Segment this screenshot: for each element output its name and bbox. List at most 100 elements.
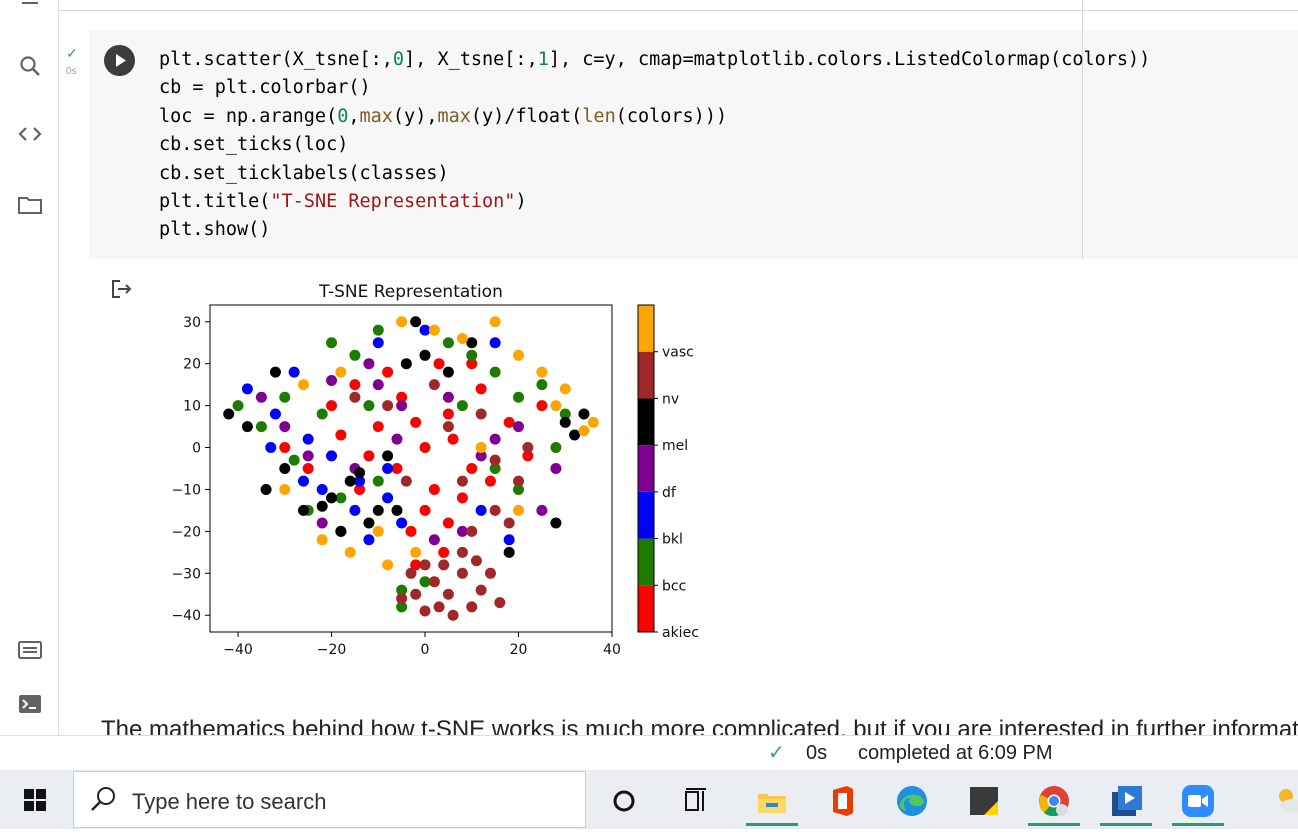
chrome-button[interactable] xyxy=(1026,776,1082,826)
code-token: , xyxy=(348,105,360,127)
sticky-notes-button[interactable] xyxy=(956,776,1012,826)
search-icon[interactable] xyxy=(16,52,44,80)
code-token: ], c=y, cmap=matplotlib.colors.ListedCol… xyxy=(548,49,1151,70)
output-toggle-icon[interactable] xyxy=(110,277,134,301)
data-point-akiec xyxy=(410,416,422,428)
data-point-nv xyxy=(456,546,468,558)
data-point-mel xyxy=(326,492,338,504)
code-line[interactable]: plt.scatter(X_tsne[:,0], X_tsne[:,1], c=… xyxy=(159,46,1150,74)
start-button[interactable] xyxy=(0,770,72,829)
data-point-nv xyxy=(484,567,496,579)
data-point-vasc xyxy=(344,546,356,558)
data-point-akiec xyxy=(503,416,515,428)
data-point-akiec xyxy=(447,433,459,445)
terminal-icon[interactable] xyxy=(16,690,44,718)
data-point-bkl xyxy=(297,475,309,487)
code-line[interactable]: plt.show() xyxy=(159,216,1150,244)
data-point-bkl xyxy=(269,408,281,420)
data-point-bcc xyxy=(442,337,454,349)
data-point-bkl xyxy=(382,492,394,504)
edge-button[interactable] xyxy=(884,776,940,826)
run-cell-button[interactable] xyxy=(104,45,135,76)
data-point-vasc xyxy=(396,316,408,328)
y-tick-label: −10 xyxy=(171,482,201,498)
cell-run-time: 0s xyxy=(66,66,77,77)
code-line[interactable]: loc = np.arange(0,max(y),max(y)/float(le… xyxy=(159,103,1150,131)
cortana-button[interactable] xyxy=(596,776,652,826)
data-point-mel xyxy=(569,429,581,441)
data-point-nv xyxy=(442,421,454,433)
data-point-bkl xyxy=(475,504,487,516)
data-point-vasc xyxy=(372,525,384,537)
colorbar-label-mel: mel xyxy=(662,438,688,454)
code-line[interactable]: cb.set_ticklabels(classes) xyxy=(159,160,1150,188)
weather-button[interactable] xyxy=(1260,776,1298,826)
data-point-nv xyxy=(466,525,478,537)
active-indicator xyxy=(1172,823,1224,826)
data-point-nv xyxy=(470,555,482,567)
data-point-bkl xyxy=(349,504,361,516)
colorbar-segment-vasc xyxy=(638,305,654,352)
data-point-bcc xyxy=(288,454,300,466)
y-tick-label: −30 xyxy=(171,566,201,582)
data-point-mel xyxy=(410,316,422,328)
colorbar-segment-df xyxy=(638,445,654,492)
status-bar xyxy=(0,735,1298,771)
data-point-bkl xyxy=(489,337,501,349)
data-point-df xyxy=(513,421,525,433)
data-point-akiec xyxy=(279,442,291,454)
data-point-bkl xyxy=(363,534,375,546)
data-point-bkl xyxy=(396,517,408,529)
data-point-bkl xyxy=(241,383,253,395)
data-point-akiec xyxy=(335,429,347,441)
data-point-df xyxy=(255,391,267,403)
data-point-akiec xyxy=(442,408,454,420)
office-button[interactable] xyxy=(814,776,870,826)
code-token: "T-SNE Representation" xyxy=(270,191,516,213)
zoom-button[interactable] xyxy=(1170,776,1226,826)
data-point-df xyxy=(372,379,384,391)
media-player-button[interactable] xyxy=(1098,776,1154,826)
data-point-vasc xyxy=(316,534,328,546)
task-view-button[interactable] xyxy=(668,776,724,826)
colorbar-label-df: df xyxy=(662,485,677,501)
code-token: (y)/float( xyxy=(470,105,583,127)
data-point-bcc xyxy=(456,400,468,412)
data-point-akiec xyxy=(363,450,375,462)
data-point-mel xyxy=(316,500,328,512)
data-point-df xyxy=(363,358,375,370)
data-point-nv xyxy=(489,454,501,466)
x-tick-label: −20 xyxy=(317,642,347,658)
data-point-mel xyxy=(550,517,562,529)
menu-icon[interactable] xyxy=(16,0,44,10)
x-tick-label: 20 xyxy=(510,642,528,658)
code-token: plt.scatter(X_tsne[:, xyxy=(159,49,393,70)
data-point-bcc xyxy=(466,349,478,361)
zoom-icon xyxy=(1182,785,1214,817)
code-snippets-icon[interactable] xyxy=(16,120,44,148)
colorbar-label-vasc: vasc xyxy=(662,345,694,361)
data-point-mel xyxy=(363,517,375,529)
data-point-df xyxy=(550,463,562,474)
code-line[interactable]: plt.title("T-SNE Representation") xyxy=(159,188,1150,216)
code-editor[interactable]: plt.scatter(X_tsne[:,0], X_tsne[:,1], c=… xyxy=(159,46,1150,245)
folder-icon[interactable] xyxy=(16,191,44,219)
data-point-mel xyxy=(297,504,309,516)
cortana-icon xyxy=(613,790,635,812)
code-line[interactable]: cb = plt.colorbar() xyxy=(159,74,1150,102)
code-token: 0 xyxy=(337,105,349,127)
data-point-bcc xyxy=(255,421,267,433)
code-token: cb.set_ticks(loc) xyxy=(159,134,349,156)
data-point-bcc xyxy=(232,400,244,412)
data-point-akiec xyxy=(475,383,487,395)
code-line[interactable]: cb.set_ticks(loc) xyxy=(159,131,1150,159)
data-point-vasc xyxy=(382,559,394,571)
data-point-bkl xyxy=(503,534,515,546)
file-explorer-button[interactable] xyxy=(744,776,800,826)
status-completed-text: completed at 6:09 PM xyxy=(858,742,1053,764)
data-point-mel xyxy=(260,483,272,495)
command-palette-icon[interactable] xyxy=(16,636,44,664)
chrome-icon xyxy=(1039,786,1069,817)
colorbar-segment-akiec xyxy=(638,585,654,632)
data-point-akiec xyxy=(466,463,478,474)
